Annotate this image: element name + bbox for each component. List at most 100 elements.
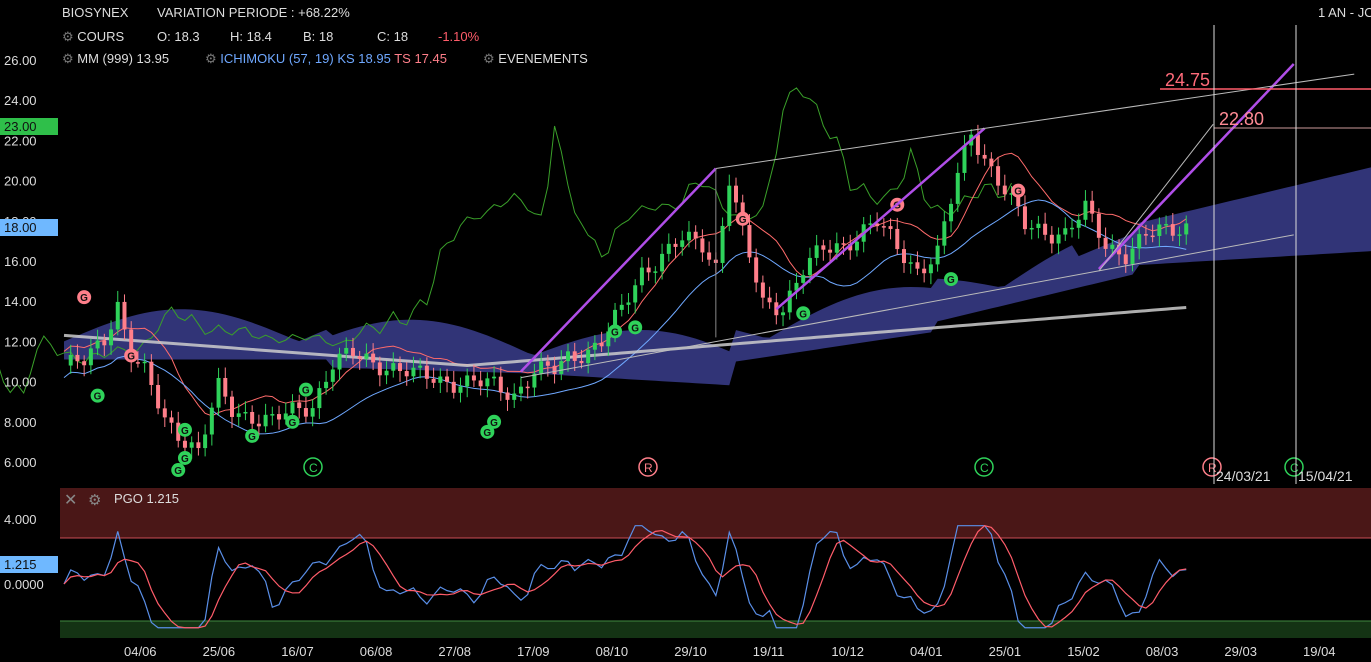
event-letter: R [644, 461, 653, 475]
candle-body [1063, 228, 1068, 235]
x-tick-label: 27/08 [438, 644, 471, 659]
event-marker[interactable]: C [974, 457, 994, 477]
candle-body [854, 241, 859, 251]
candle [196, 431, 201, 456]
signal-marker[interactable]: G [735, 211, 750, 226]
candle [310, 399, 315, 427]
candle-body [431, 378, 436, 383]
candle-body [82, 361, 87, 366]
candle-body [1049, 234, 1054, 244]
candle-body [599, 342, 604, 347]
gear-icon[interactable]: ⚙ [88, 491, 101, 509]
signal-marker[interactable]: G [90, 388, 105, 403]
y-tick-label: 10.00 [4, 375, 37, 390]
candle [720, 217, 725, 273]
candle-body [438, 376, 443, 383]
candle-body [801, 275, 806, 283]
candle [478, 370, 483, 396]
candle-body [424, 365, 429, 379]
date-label-1: 24/03/21 [1216, 468, 1271, 484]
candle-body [169, 417, 174, 423]
candle-body [391, 363, 396, 371]
candle [942, 211, 947, 255]
price-chart[interactable]: GGGGGGGGGGGG GGGGGGC R C R C 6.0008.00010.001… [0, 0, 1371, 662]
candle-body [518, 386, 523, 394]
signal-marker[interactable]: G [245, 428, 260, 443]
candle [734, 177, 738, 213]
candle [1056, 227, 1061, 255]
candle-body [922, 268, 927, 274]
signal-letter: G [947, 275, 955, 286]
candle-body [1130, 248, 1135, 265]
signal-letter: G [94, 392, 102, 403]
candle-body [344, 347, 349, 354]
signal-marker[interactable]: G [480, 424, 495, 439]
candle [646, 257, 651, 281]
candle [1036, 215, 1041, 239]
pgo-signal-line [63, 525, 1187, 629]
candle [525, 380, 530, 399]
signal-marker[interactable]: G [608, 324, 623, 339]
candle-body [975, 134, 980, 155]
candle [505, 387, 510, 411]
signal-marker[interactable]: G [298, 382, 313, 397]
signal-marker[interactable]: G [124, 348, 139, 363]
x-tick-label: 17/09 [517, 644, 550, 659]
x-tick-label: 04/06 [124, 644, 157, 659]
candle-body [1090, 200, 1095, 214]
candle-body [209, 407, 214, 435]
signal-letter: G [611, 327, 619, 338]
candle [1083, 190, 1088, 227]
candle-body [162, 408, 167, 418]
signal-marker[interactable]: G [1011, 183, 1026, 198]
candle-body [754, 257, 759, 283]
candle-body [216, 377, 221, 408]
candle-body [707, 252, 712, 260]
signal-letter: G [1014, 187, 1022, 198]
signal-marker[interactable]: G [628, 320, 643, 335]
candle [781, 306, 786, 327]
signal-marker[interactable]: G [796, 306, 811, 321]
x-tick-label: 29/03 [1224, 644, 1257, 659]
x-tick-label: 08/10 [596, 644, 629, 659]
candle-body [841, 243, 846, 245]
candle-body [196, 442, 201, 449]
candle-body [1022, 206, 1027, 230]
candle-body [552, 365, 557, 375]
candle [465, 368, 470, 398]
candle-body [230, 396, 234, 417]
candle [949, 198, 954, 233]
signal-marker[interactable]: G [77, 290, 92, 305]
candle-body [760, 282, 765, 298]
candle-body [317, 388, 322, 409]
candle [868, 214, 873, 235]
candle-body [700, 238, 705, 253]
candle-body [908, 262, 913, 264]
candle-body [807, 257, 812, 276]
candle-body [357, 356, 362, 359]
event-letter: C [980, 461, 989, 475]
candle [633, 279, 638, 314]
candle-body [485, 378, 490, 387]
candle [794, 272, 799, 300]
y-tick-label: 6.000 [4, 455, 37, 470]
signal-marker[interactable]: G [177, 450, 192, 465]
x-tick-label: 06/08 [360, 644, 393, 659]
signal-marker[interactable]: G [285, 414, 300, 429]
candle-body [270, 414, 275, 416]
close-icon[interactable]: ✕ [64, 490, 77, 509]
candle-body [458, 386, 463, 393]
candle-body [814, 245, 819, 258]
event-marker[interactable]: C [303, 457, 323, 477]
event-marker[interactable]: R [638, 457, 658, 477]
candle [982, 144, 987, 166]
candle [156, 373, 161, 415]
signal-letter: G [302, 386, 310, 397]
signal-marker[interactable]: G [177, 422, 192, 437]
candle-body [377, 362, 382, 376]
candle-body [626, 302, 631, 305]
candle [975, 124, 980, 164]
channel-line[interactable] [520, 234, 1294, 379]
signal-marker[interactable]: G [944, 272, 959, 287]
signal-marker[interactable]: G [171, 463, 186, 478]
